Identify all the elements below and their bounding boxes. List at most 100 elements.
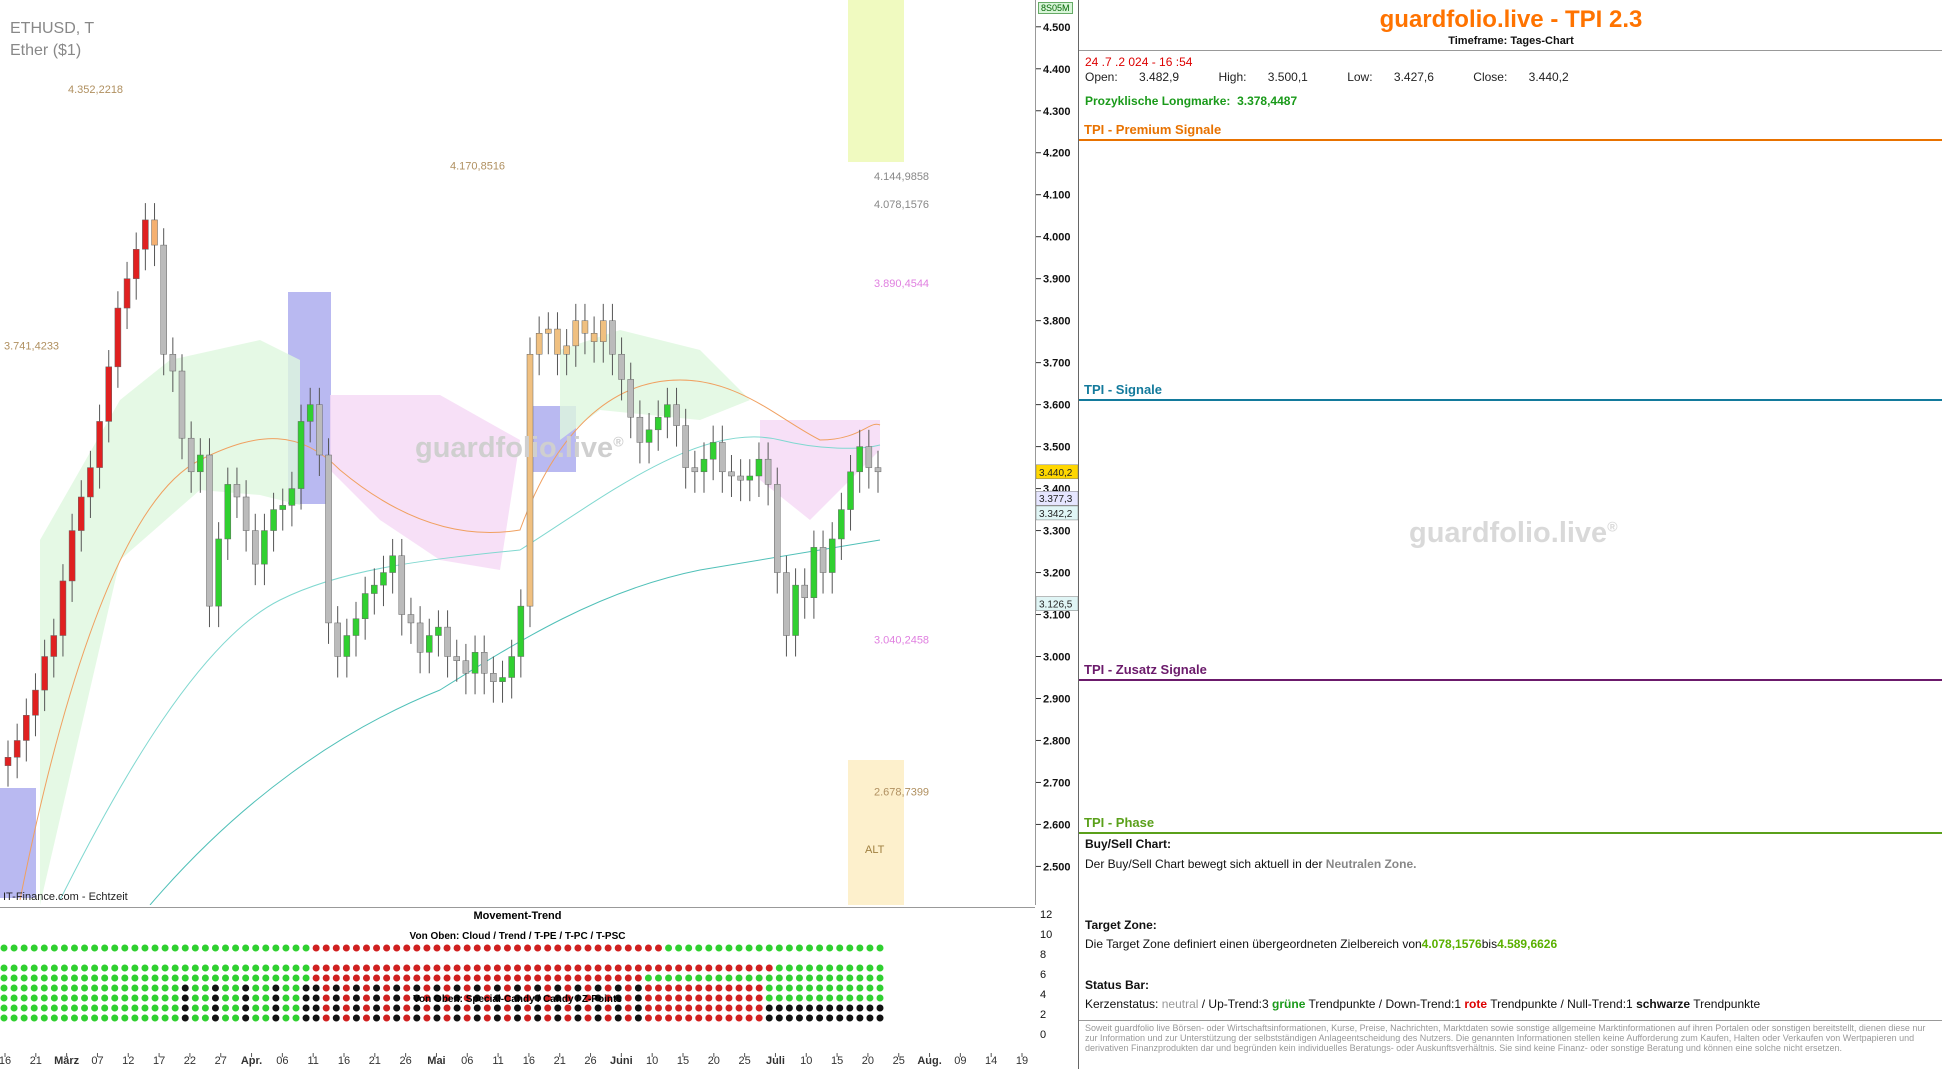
trend-dot — [755, 944, 763, 952]
candle — [435, 626, 442, 636]
candle — [59, 580, 67, 636]
candle — [572, 320, 580, 347]
trend-dot — [403, 964, 411, 972]
trend-dot — [544, 984, 552, 992]
movement-trend-panel[interactable]: 16 21 März 07 12 17 22 27 Apr. 06 11 16 21 26 Mai 06 11 1… — [0, 907, 1052, 1070]
trend-dot — [40, 1004, 48, 1012]
trend-dot — [765, 1014, 773, 1022]
trend-dot — [0, 1004, 8, 1012]
y-tick-label: 2.800 — [1043, 735, 1071, 747]
price-axis-svg: 2.500 2.600 2.700 2.800 2.900 3.000 3.100 3.200… — [1036, 22, 1079, 873]
y-tick-label: 2.600 — [1043, 819, 1071, 831]
trend-dot — [715, 1014, 723, 1022]
trend-dot — [503, 1014, 511, 1022]
trend-dot — [775, 944, 783, 952]
trend-dot — [282, 974, 290, 982]
trend-dot — [252, 944, 260, 952]
trend-dot — [302, 984, 310, 992]
candle — [41, 656, 48, 691]
candle — [68, 530, 76, 582]
trend-dot — [644, 964, 652, 972]
trend-dot — [785, 944, 793, 952]
trend-dot — [443, 964, 451, 972]
trend-dot — [695, 944, 703, 952]
trend-dot — [745, 984, 753, 992]
trend-dot — [171, 964, 179, 972]
trend-dot — [594, 944, 602, 952]
trend-dot — [0, 984, 8, 992]
trend-dot — [191, 964, 199, 972]
candle — [306, 404, 314, 422]
trend-dot — [211, 964, 219, 972]
trend-dot — [473, 1014, 481, 1022]
price-chart[interactable]: 4.352,2218 4.170,8516 3.741,4233 4.144,9858… — [0, 0, 1036, 905]
trend-dot — [544, 1004, 552, 1012]
candle — [636, 416, 644, 443]
trend-dot — [473, 944, 481, 952]
candle — [810, 547, 818, 598]
trend-dot — [463, 1014, 471, 1022]
candle — [838, 509, 845, 540]
trend-dot — [514, 974, 522, 982]
candle — [151, 219, 158, 246]
trend-dot — [503, 984, 511, 992]
trend-dot — [554, 944, 562, 952]
candle — [874, 467, 882, 473]
trend-dot — [222, 944, 230, 952]
trend-dot — [473, 964, 481, 972]
buysell-title: Buy/Sell Chart: — [1085, 837, 1172, 851]
candle — [709, 442, 717, 460]
trend-dot — [826, 964, 834, 972]
trend-dot — [413, 984, 421, 992]
candle — [32, 689, 39, 716]
candle — [627, 379, 634, 418]
candle — [78, 496, 85, 531]
trend-dot — [342, 984, 350, 992]
trend-dot — [775, 1004, 783, 1012]
trend-dot — [20, 944, 28, 952]
candle — [609, 320, 616, 355]
trend-dot — [514, 964, 522, 972]
trend-dot — [322, 1004, 330, 1012]
trend-dot — [0, 944, 8, 952]
trend-dot — [634, 984, 642, 992]
trend-dot — [574, 1004, 582, 1012]
trend-dot — [161, 964, 169, 972]
indicator-y-label: 10 — [1040, 929, 1052, 941]
price-axis[interactable]: 2.500 2.600 2.700 2.800 2.900 3.000 3.100 3.200… — [1035, 0, 1079, 905]
trend-dot — [282, 1004, 290, 1012]
candle — [865, 446, 873, 468]
candle — [526, 353, 534, 607]
trend-dot — [211, 974, 219, 982]
trend-dot — [806, 964, 814, 972]
trend-dot — [665, 984, 673, 992]
price-label: 4.352,2218 — [68, 84, 123, 96]
trend-dot — [685, 984, 693, 992]
trend-dot — [443, 1014, 451, 1022]
candle — [50, 635, 58, 657]
trend-dot — [765, 1004, 773, 1012]
trend-dot — [403, 944, 411, 952]
trend-dot — [50, 944, 58, 952]
trend-dot — [725, 1014, 733, 1022]
trend-dot — [413, 1004, 421, 1012]
trend-dot — [876, 1004, 884, 1012]
candle — [297, 421, 305, 489]
trend-dot — [373, 984, 381, 992]
candle — [719, 442, 726, 473]
trend-dot — [181, 984, 189, 992]
trend-dot — [483, 974, 491, 982]
trend-dot — [524, 964, 532, 972]
footer-divider — [1079, 1020, 1942, 1021]
trend-dot — [131, 944, 139, 952]
trend-dot — [151, 974, 159, 982]
indicator-y-label: 8 — [1040, 949, 1046, 961]
trend-dot — [0, 1014, 8, 1022]
trend-dot — [534, 1004, 542, 1012]
trend-dot — [111, 1014, 119, 1022]
trend-dot — [534, 964, 542, 972]
candle — [737, 475, 744, 481]
trend-dot — [373, 974, 381, 982]
candle — [618, 353, 625, 380]
trend-dot — [846, 974, 854, 982]
